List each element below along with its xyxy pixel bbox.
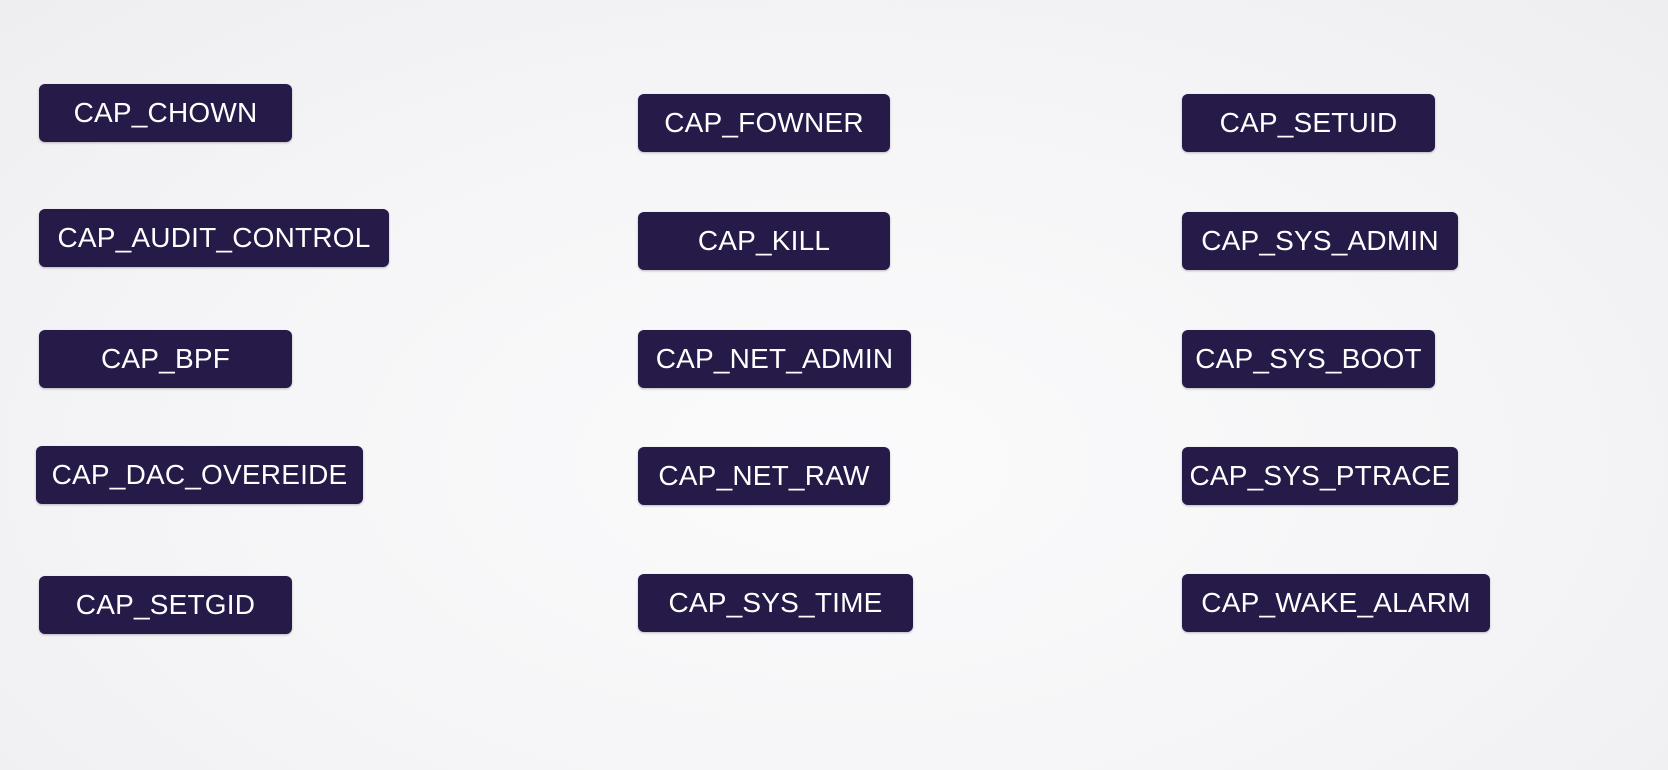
capability-box-kill: CAP_KILL (638, 212, 890, 270)
capability-box-sys-admin: CAP_SYS_ADMIN (1182, 212, 1458, 270)
capability-box-wake-alarm: CAP_WAKE_ALARM (1182, 574, 1490, 632)
capability-box-chown: CAP_CHOWN (39, 84, 292, 142)
capability-box-net-admin: CAP_NET_ADMIN (638, 330, 911, 388)
capability-box-sys-boot: CAP_SYS_BOOT (1182, 330, 1435, 388)
capability-box-sys-ptrace: CAP_SYS_PTRACE (1182, 447, 1458, 505)
capability-box-bpf: CAP_BPF (39, 330, 292, 388)
capability-box-fowner: CAP_FOWNER (638, 94, 890, 152)
capability-box-sys-time: CAP_SYS_TIME (638, 574, 913, 632)
capability-box-setgid: CAP_SETGID (39, 576, 292, 634)
capability-box-setuid: CAP_SETUID (1182, 94, 1435, 152)
capability-box-audit-control: CAP_AUDIT_CONTROL (39, 209, 389, 267)
capability-box-net-raw: CAP_NET_RAW (638, 447, 890, 505)
capability-box-dac-override: CAP_DAC_OVEREIDE (36, 446, 363, 504)
capabilities-board: CAP_CHOWN CAP_AUDIT_CONTROL CAP_BPF CAP_… (0, 0, 1668, 770)
